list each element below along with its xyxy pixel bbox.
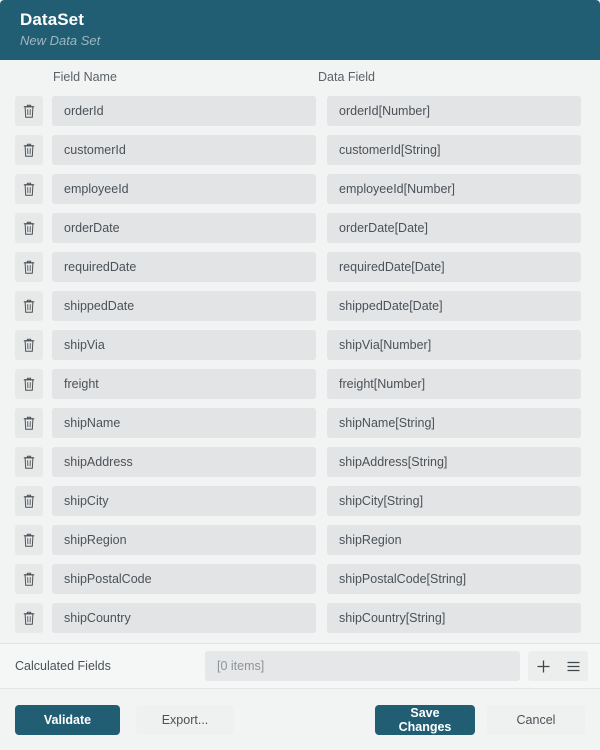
data-field-input[interactable]: requiredDate[Date]: [327, 252, 581, 282]
field-name-input[interactable]: orderId: [52, 96, 316, 126]
delete-field-button[interactable]: [15, 564, 43, 594]
field-name-input[interactable]: shipAddress: [52, 447, 316, 477]
table-row: orderDate orderDate[Date]: [0, 213, 600, 243]
table-row: requiredDate requiredDate[Date]: [0, 252, 600, 282]
data-field-input[interactable]: shippedDate[Date]: [327, 291, 581, 321]
field-name-input[interactable]: shipRegion: [52, 525, 316, 555]
trash-icon: [22, 338, 36, 353]
data-field-input[interactable]: shipCountry[String]: [327, 603, 581, 633]
add-calculated-field-button[interactable]: [528, 651, 558, 681]
window-titlebar: DataSet New Data Set: [0, 0, 600, 60]
delete-field-button[interactable]: [15, 213, 43, 243]
table-row: shippedDate shippedDate[Date]: [0, 291, 600, 321]
delete-field-button[interactable]: [15, 369, 43, 399]
data-field-input[interactable]: orderDate[Date]: [327, 213, 581, 243]
table-row: shipRegion shipRegion: [0, 525, 600, 555]
save-changes-button[interactable]: Save Changes: [375, 704, 475, 735]
data-field-input[interactable]: customerId[String]: [327, 135, 581, 165]
trash-icon: [22, 572, 36, 587]
trash-icon: [22, 143, 36, 158]
page-title: DataSet: [20, 10, 85, 29]
table-row: shipPostalCode shipPostalCode[String]: [0, 564, 600, 594]
data-field-input[interactable]: shipAddress[String]: [327, 447, 581, 477]
table-row: shipCity shipCity[String]: [0, 486, 600, 516]
trash-icon: [22, 299, 36, 314]
delete-field-button[interactable]: [15, 252, 43, 282]
delete-field-button[interactable]: [15, 408, 43, 438]
trash-icon: [22, 182, 36, 197]
data-field-input[interactable]: shipVia[Number]: [327, 330, 581, 360]
delete-field-button[interactable]: [15, 174, 43, 204]
delete-field-button[interactable]: [15, 96, 43, 126]
table-row: shipCountry shipCountry[String]: [0, 603, 600, 633]
cancel-button[interactable]: Cancel: [487, 704, 585, 735]
table-row: shipAddress shipAddress[String]: [0, 447, 600, 477]
table-row: shipName shipName[String]: [0, 408, 600, 438]
dialog-footer: Validate Export... Save Changes Cancel: [0, 688, 600, 750]
delete-field-button[interactable]: [15, 135, 43, 165]
data-field-input[interactable]: orderId[Number]: [327, 96, 581, 126]
field-name-input[interactable]: shippedDate: [52, 291, 316, 321]
field-name-input[interactable]: requiredDate: [52, 252, 316, 282]
dataset-editor-window: DataSet New Data Set Field Name Data Fie…: [0, 0, 600, 750]
field-name-input[interactable]: employeeId: [52, 174, 316, 204]
calculated-fields-input[interactable]: [0 items]: [205, 651, 520, 681]
calculated-fields-label: Calculated Fields: [15, 659, 111, 673]
calculated-fields-bar: Calculated Fields [0 items]: [0, 643, 600, 688]
field-name-input[interactable]: orderDate: [52, 213, 316, 243]
table-column-headers: Field Name Data Field: [0, 60, 600, 93]
delete-field-button[interactable]: [15, 603, 43, 633]
field-name-input[interactable]: freight: [52, 369, 316, 399]
field-rows-list: orderId orderId[Number] customerId customer…: [0, 93, 600, 643]
trash-icon: [22, 611, 36, 626]
trash-icon: [22, 260, 36, 275]
delete-field-button[interactable]: [15, 447, 43, 477]
data-field-input[interactable]: shipRegion: [327, 525, 581, 555]
trash-icon: [22, 221, 36, 236]
trash-icon: [22, 377, 36, 392]
validate-button[interactable]: Validate: [15, 704, 120, 735]
data-field-input[interactable]: freight[Number]: [327, 369, 581, 399]
column-header-data-field: Data Field: [318, 70, 375, 84]
calculated-fields-actions: [528, 651, 588, 681]
data-field-input[interactable]: employeeId[Number]: [327, 174, 581, 204]
table-row: shipVia shipVia[Number]: [0, 330, 600, 360]
field-name-input[interactable]: shipCountry: [52, 603, 316, 633]
trash-icon: [22, 104, 36, 119]
field-name-input[interactable]: shipCity: [52, 486, 316, 516]
data-field-input[interactable]: shipName[String]: [327, 408, 581, 438]
field-name-input[interactable]: shipName: [52, 408, 316, 438]
trash-icon: [22, 455, 36, 470]
delete-field-button[interactable]: [15, 525, 43, 555]
plus-icon: [536, 659, 551, 674]
data-field-input[interactable]: shipPostalCode[String]: [327, 564, 581, 594]
page-subtitle: New Data Set: [20, 33, 101, 48]
delete-field-button[interactable]: [15, 330, 43, 360]
trash-icon: [22, 416, 36, 431]
table-row: orderId orderId[Number]: [0, 96, 600, 126]
delete-field-button[interactable]: [15, 486, 43, 516]
column-header-field-name: Field Name: [53, 70, 117, 84]
field-name-input[interactable]: customerId: [52, 135, 316, 165]
trash-icon: [22, 533, 36, 548]
trash-icon: [22, 494, 36, 509]
field-name-input[interactable]: shipVia: [52, 330, 316, 360]
hamburger-menu-icon: [566, 659, 581, 674]
field-name-input[interactable]: shipPostalCode: [52, 564, 316, 594]
table-row: employeeId employeeId[Number]: [0, 174, 600, 204]
table-row: customerId customerId[String]: [0, 135, 600, 165]
data-field-input[interactable]: shipCity[String]: [327, 486, 581, 516]
table-row: freight freight[Number]: [0, 369, 600, 399]
delete-field-button[interactable]: [15, 291, 43, 321]
export-button[interactable]: Export...: [136, 704, 234, 735]
calculated-fields-menu-button[interactable]: [558, 651, 588, 681]
